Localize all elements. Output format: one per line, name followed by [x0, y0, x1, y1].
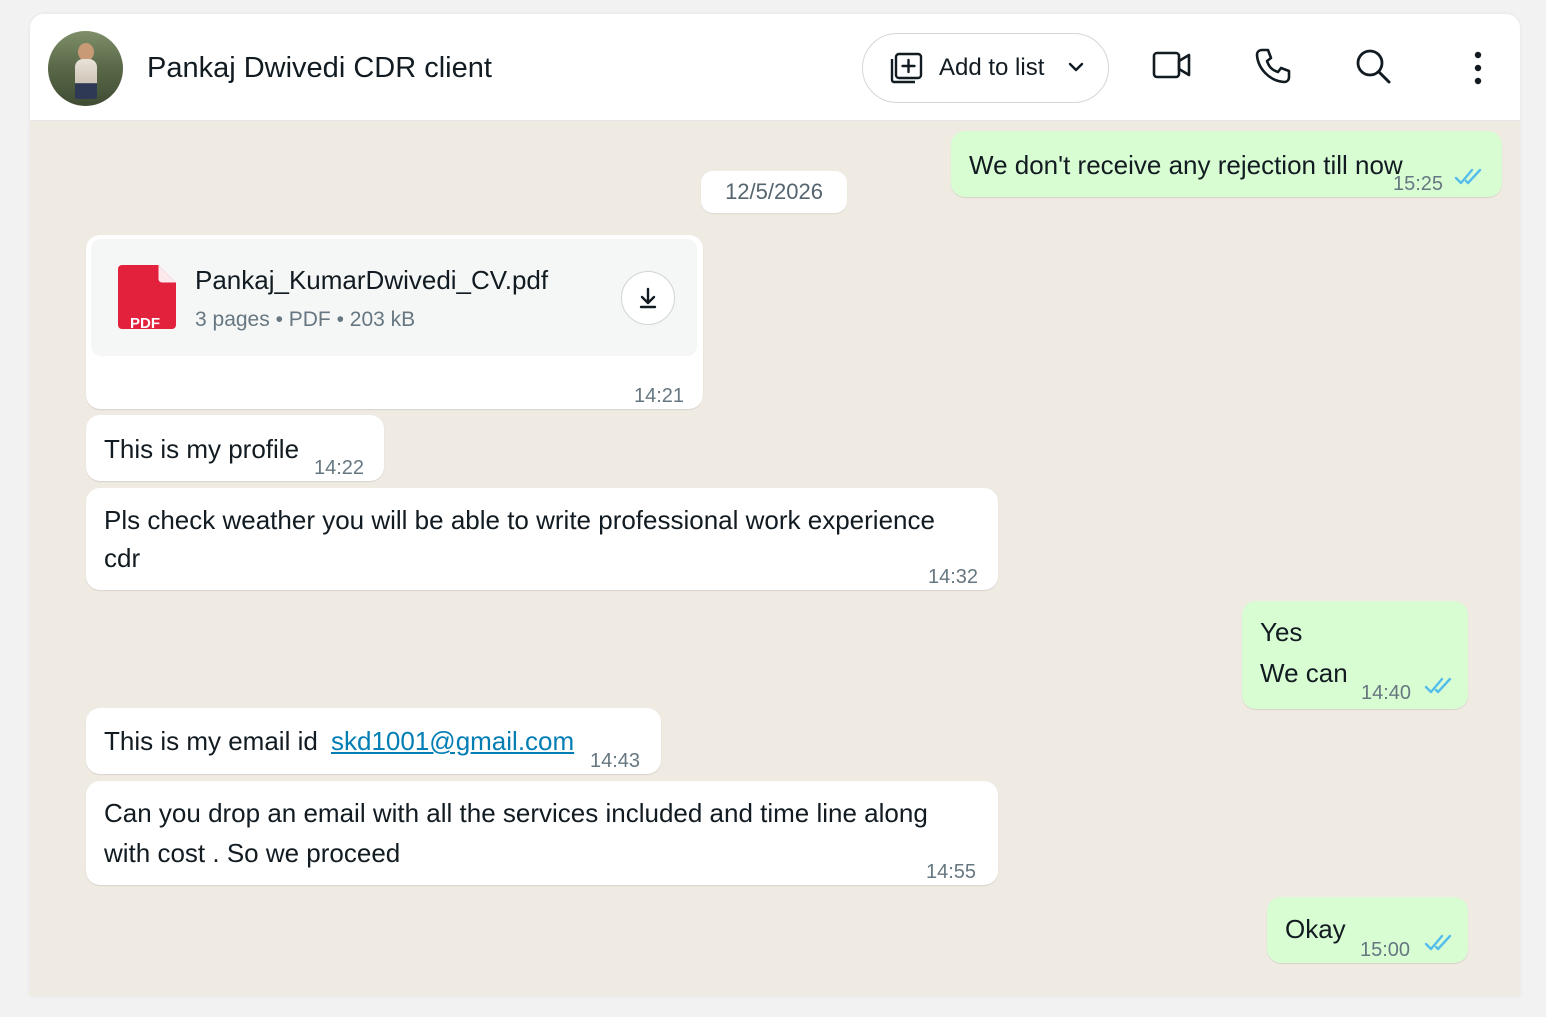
message-time: 15:00: [1360, 939, 1411, 961]
message-text: Okay: [1285, 914, 1346, 944]
chat-window: Pankaj Dwivedi CDR client Add to list We…: [30, 14, 1520, 996]
document-meta: 3 pages • PDF • 203 kB: [195, 308, 416, 331]
add-to-list-icon: [890, 52, 923, 84]
message-text-line-1: Can you drop an email with all the servi…: [104, 798, 928, 828]
voice-call-icon[interactable]: [1254, 47, 1292, 85]
incoming-message[interactable]: This is my email id skd1001@gmail.com 14…: [86, 708, 661, 774]
email-link[interactable]: skd1001@gmail.com: [331, 722, 574, 760]
read-receipt-icon: [1424, 934, 1452, 951]
message-text: This is my email id: [104, 726, 318, 756]
add-to-list-button[interactable]: Add to list: [862, 33, 1109, 103]
menu-icon[interactable]: [1470, 50, 1486, 86]
read-receipt-icon: [1424, 677, 1452, 694]
video-call-icon[interactable]: [1152, 48, 1192, 82]
message-text-line-2: with cost . So we proceed: [104, 838, 401, 868]
message-list[interactable]: We don't receive any rejection till now …: [30, 121, 1520, 996]
outgoing-message[interactable]: Okay 15:00: [1267, 897, 1468, 963]
date-separator: 12/5/2026: [701, 171, 847, 213]
download-icon: [639, 287, 657, 309]
document-message[interactable]: PDF Pankaj_KumarDwivedi_CV.pdf 3 pages •…: [86, 235, 703, 409]
avatar[interactable]: [48, 31, 123, 106]
message-time: 14:22: [314, 457, 365, 479]
incoming-message[interactable]: Can you drop an email with all the servi…: [86, 781, 998, 885]
add-to-list-label: Add to list: [939, 54, 1045, 81]
incoming-message[interactable]: This is my profile 14:22: [86, 415, 384, 481]
read-receipt-icon: [1454, 168, 1482, 185]
message-text-line-1: Pls check weather you will be able to wr…: [104, 505, 935, 535]
outgoing-message[interactable]: Yes We can 14:40: [1242, 601, 1468, 709]
message-time: 14:32: [928, 566, 979, 588]
outgoing-message[interactable]: We don't receive any rejection till now …: [951, 131, 1502, 197]
message-text-line-1: Yes: [1260, 617, 1303, 647]
download-button[interactable]: [621, 271, 675, 325]
document-card[interactable]: PDF Pankaj_KumarDwivedi_CV.pdf 3 pages •…: [91, 239, 697, 356]
pdf-badge-label: PDF: [130, 315, 160, 332]
message-time: 14:43: [590, 750, 641, 772]
avatar-body-shape: [75, 59, 97, 99]
message-time: 14:55: [926, 861, 977, 883]
message-text-line-2: cdr: [104, 543, 141, 573]
message-text-line-2: We can: [1260, 658, 1348, 688]
message-time: 14:40: [1361, 682, 1412, 704]
incoming-message[interactable]: Pls check weather you will be able to wr…: [86, 488, 998, 590]
chat-header: Pankaj Dwivedi CDR client Add to list: [30, 14, 1520, 121]
message-time: 15:25: [1393, 173, 1444, 195]
message-time: 14:21: [634, 385, 685, 407]
message-text: We don't receive any rejection till now: [969, 150, 1403, 180]
contact-name[interactable]: Pankaj Dwivedi CDR client: [147, 52, 492, 85]
search-icon[interactable]: [1354, 47, 1392, 85]
chevron-down-icon: [1068, 62, 1084, 72]
message-text: This is my profile: [104, 434, 300, 464]
document-name: Pankaj_KumarDwivedi_CV.pdf: [195, 265, 549, 295]
